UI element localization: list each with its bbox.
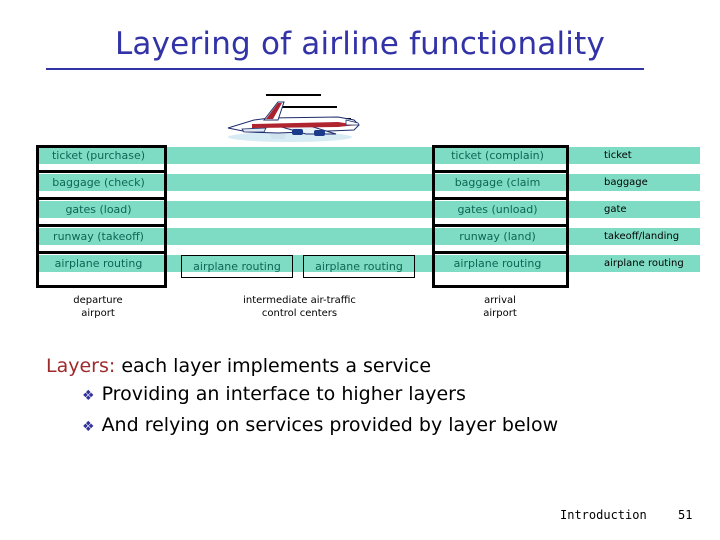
layer-cell-left: baggage (check) bbox=[52, 176, 145, 189]
bullet-item: ❖ Providing an interface to higher layer… bbox=[82, 380, 686, 411]
diamond-bullet-icon: ❖ bbox=[82, 419, 95, 435]
footer-chapter-title: Introduction bbox=[560, 508, 647, 522]
page-title: Layering of airline functionality bbox=[114, 26, 606, 62]
bullet-text: Providing an interface to higher layers bbox=[101, 383, 466, 405]
layers-lead-text: each layer implements a service bbox=[115, 355, 432, 377]
stack-divider bbox=[39, 251, 164, 254]
caption-intermediate-atc: intermediate air-traffic control centers bbox=[243, 295, 356, 319]
stack-divider bbox=[435, 224, 566, 227]
body-lead-line: Layers: each layer implements a service bbox=[46, 352, 686, 380]
service-label: baggage bbox=[604, 177, 648, 188]
layer-cell-left: ticket (purchase) bbox=[51, 149, 146, 162]
stack-divider bbox=[39, 197, 164, 200]
airplane-clipart bbox=[218, 84, 368, 146]
footer-page-number: 51 bbox=[678, 508, 693, 522]
caption-departure-airport: departure airport bbox=[73, 295, 123, 319]
layer-cell-right: airplane routing bbox=[453, 257, 542, 270]
service-label: gate bbox=[604, 204, 627, 215]
layer-cell-left: runway (takeoff) bbox=[53, 230, 144, 243]
diamond-bullet-icon: ❖ bbox=[82, 388, 95, 404]
body-text: Layers: each layer implements a service … bbox=[46, 352, 686, 442]
bullet-text: And relying on services provided by laye… bbox=[101, 414, 559, 436]
service-label: ticket bbox=[604, 150, 632, 161]
layer-cell-right: runway (land) bbox=[459, 230, 536, 243]
layer-cell-right: gates (unload) bbox=[457, 203, 538, 216]
stack-divider bbox=[435, 170, 566, 173]
intermediate-routing-box: airplane routing bbox=[303, 255, 415, 278]
stack-divider bbox=[435, 197, 566, 200]
layer-cell-left: airplane routing bbox=[54, 257, 143, 270]
intermediate-routing-box: airplane routing bbox=[181, 255, 293, 278]
title-underline bbox=[46, 68, 644, 70]
bullet-item: ❖ And relying on services provided by la… bbox=[82, 411, 686, 442]
layer-cell-right: ticket (complain) bbox=[451, 149, 544, 162]
stack-divider bbox=[435, 251, 566, 254]
caption-arrival-airport: arrival airport bbox=[483, 295, 517, 319]
layers-keyword: Layers: bbox=[46, 355, 116, 377]
stack-divider bbox=[39, 224, 164, 227]
airplane-icon bbox=[227, 101, 360, 142]
slide-canvas: Layering of airline functionality ticket… bbox=[0, 0, 720, 540]
service-label: airplane routing bbox=[604, 258, 684, 269]
layer-cell-left: gates (load) bbox=[65, 203, 132, 216]
service-label: takeoff/landing bbox=[604, 231, 680, 242]
layer-cell-right: baggage (claim bbox=[454, 176, 541, 189]
stack-divider bbox=[39, 170, 164, 173]
